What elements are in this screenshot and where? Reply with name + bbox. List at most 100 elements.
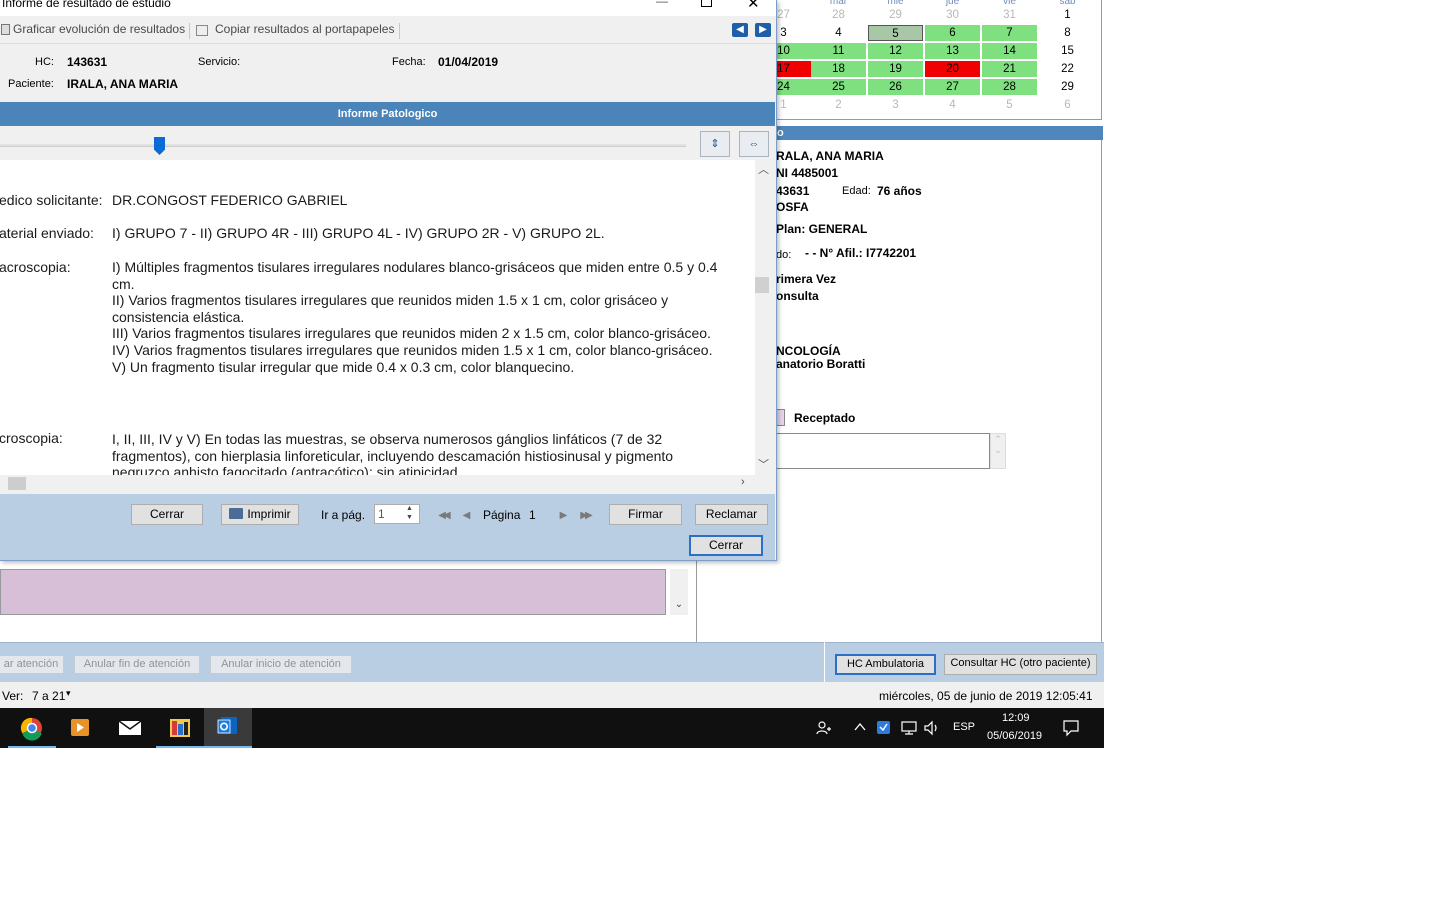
fit-height-icon[interactable]: ⇕ xyxy=(700,131,730,157)
calendar-day[interactable]: 11 xyxy=(811,43,866,59)
calendar-day[interactable]: 21 xyxy=(982,61,1037,77)
clock-date[interactable]: 05/06/2019 xyxy=(987,730,1042,742)
observations-textbox[interactable] xyxy=(776,433,990,469)
language-indicator[interactable]: ESP xyxy=(953,721,975,733)
people-icon[interactable] xyxy=(816,720,832,736)
calendar-day[interactable]: 6 xyxy=(925,25,980,41)
calendar-day[interactable]: 12 xyxy=(868,43,923,59)
toolbar-separator xyxy=(399,23,400,39)
spin-updown-icon[interactable]: ▲ ▼ xyxy=(406,504,413,522)
clock-time[interactable]: 12:09 xyxy=(1002,712,1030,724)
fit-width-icon[interactable]: ⇔ xyxy=(739,131,769,157)
notifications-icon[interactable] xyxy=(1062,719,1080,737)
scroll-up-icon[interactable]: ︿ xyxy=(758,161,769,177)
cerrar-report-button[interactable]: Cerrar xyxy=(131,504,203,525)
document-vertical-scrollbar[interactable]: ︿ ﹀ xyxy=(755,160,775,475)
action-bar-divider xyxy=(824,642,825,682)
dialog-title: Informe de resultado de estudio xyxy=(2,0,171,10)
calendar-day[interactable]: 25 xyxy=(811,79,866,95)
volume-icon[interactable] xyxy=(923,720,941,736)
calendar-day[interactable]: 8 xyxy=(1040,25,1095,41)
chrome-taskbar-app[interactable] xyxy=(8,708,56,748)
calendar-day[interactable]: 13 xyxy=(925,43,980,59)
calendar-day[interactable]: 5 xyxy=(868,25,923,41)
ver-dropdown-icon[interactable]: ▾ xyxy=(66,688,71,699)
calendar-day[interactable]: 19 xyxy=(868,61,923,77)
document-horizontal-scrollbar[interactable]: › xyxy=(0,475,757,492)
calendar-day[interactable]: 7 xyxy=(982,25,1037,41)
calendar-day[interactable]: 6 xyxy=(1040,97,1095,113)
previous-page-icon[interactable]: ◀ xyxy=(456,507,474,524)
zoom-slider-thumb[interactable] xyxy=(154,137,165,155)
graph-evolution-button[interactable]: Graficar evolución de resultados xyxy=(13,22,185,36)
calendar-day[interactable]: 18 xyxy=(811,61,866,77)
vertical-scroll-thumb[interactable] xyxy=(755,277,769,293)
calendar-day[interactable]: 27 xyxy=(925,79,980,95)
next-arrow-icon[interactable]: ▶ xyxy=(755,23,771,37)
goto-page-input[interactable]: 1 ▲ ▼ xyxy=(374,504,420,524)
calendar-day[interactable]: 5 xyxy=(982,97,1037,113)
tipo-consulta-1: rimera Vez xyxy=(776,272,837,286)
horizontal-scroll-thumb[interactable] xyxy=(8,477,26,490)
calendar-day[interactable]: 28 xyxy=(811,7,866,23)
finalizar-atencion-button[interactable]: ar atención xyxy=(0,655,64,674)
mail-taskbar-app[interactable] xyxy=(106,708,154,748)
first-page-icon[interactable]: ◀◀ xyxy=(434,507,452,524)
minimize-icon[interactable]: — xyxy=(656,0,668,8)
security-shield-icon[interactable] xyxy=(876,720,891,735)
field-label: edico solicitante: xyxy=(0,192,103,208)
calendar-day[interactable]: 28 xyxy=(982,79,1037,95)
outlook-icon xyxy=(217,717,237,734)
calendar-day[interactable]: 1 xyxy=(1040,7,1095,23)
scroll-right-icon[interactable]: › xyxy=(741,476,745,488)
especialidad: NCOLOGÍA xyxy=(776,344,841,358)
close-icon[interactable]: ✕ xyxy=(747,0,760,12)
calendar-day[interactable]: 20 xyxy=(925,61,980,77)
status-receptado: Receptado xyxy=(794,411,856,425)
hc-ambulatoria-button[interactable]: HC Ambulatoria xyxy=(835,654,936,675)
calendar-day[interactable]: 4 xyxy=(925,97,980,113)
field-text: I, II, III, IV y V) En todas las muestra… xyxy=(112,431,674,475)
explorer-taskbar-app[interactable] xyxy=(156,708,204,748)
outlook-taskbar-app[interactable] xyxy=(204,708,252,748)
previous-arrow-icon[interactable]: ◀ xyxy=(732,23,748,37)
observations-scrollbar[interactable]: ⌃ ⌄ xyxy=(990,433,1006,469)
copy-clipboard-button[interactable]: Copiar resultados al portapapeles xyxy=(215,22,394,36)
scroll-down-icon[interactable]: ﹀ xyxy=(758,456,769,472)
copy-icon xyxy=(196,25,208,36)
reclamar-button[interactable]: Reclamar xyxy=(695,504,768,525)
calendar-day[interactable]: 3 xyxy=(868,97,923,113)
taskbar: ESP 12:09 05/06/2019 xyxy=(0,708,1104,748)
calendar-day[interactable]: 22 xyxy=(1040,61,1095,77)
obra-social: OSFA xyxy=(776,200,809,214)
cerrar-dialog-button[interactable]: Cerrar xyxy=(689,535,763,556)
maximize-icon[interactable] xyxy=(701,0,712,7)
consultar-hc-button[interactable]: Consultar HC (otro paciente) xyxy=(944,654,1097,675)
zoom-slider-track[interactable] xyxy=(0,144,686,147)
notes-box[interactable] xyxy=(0,569,666,615)
calendar-day[interactable]: 29 xyxy=(868,7,923,23)
calendar-day[interactable]: 2 xyxy=(811,97,866,113)
calendar-day[interactable]: 14 xyxy=(982,43,1037,59)
calendar-day-of-week: vie xyxy=(1003,0,1016,7)
chevron-up-icon[interactable] xyxy=(853,721,867,733)
imprimir-button[interactable]: Imprimir xyxy=(221,504,299,525)
calendar-day[interactable]: 15 xyxy=(1040,43,1095,59)
anular-inicio-atencion-button[interactable]: Anular inicio de atención xyxy=(210,655,352,674)
calendar-day[interactable]: 26 xyxy=(868,79,923,95)
calendar-day[interactable]: 30 xyxy=(925,7,980,23)
last-page-icon[interactable]: ▶▶ xyxy=(576,507,594,524)
calendar-day[interactable]: 4 xyxy=(811,25,866,41)
firmar-button[interactable]: Firmar xyxy=(609,504,682,525)
media-player-taskbar-app[interactable] xyxy=(56,708,104,748)
network-icon[interactable] xyxy=(900,720,918,736)
anular-fin-atencion-button[interactable]: Anular fin de atención xyxy=(74,655,200,674)
calendar-day[interactable]: 31 xyxy=(982,7,1037,23)
calendar-day[interactable]: 29 xyxy=(1040,79,1095,95)
goto-page-label: Ir a pág. xyxy=(321,508,366,522)
next-page-icon[interactable]: ▶ xyxy=(553,507,571,524)
dialog-toolbar: Graficar evolución de resultados Copiar … xyxy=(0,16,776,44)
notes-scrollbar[interactable]: ⌄ xyxy=(670,569,688,615)
zoom-bar: ⇕ ⇔ xyxy=(0,126,775,160)
ver-value[interactable]: 7 a 21 xyxy=(32,689,65,703)
